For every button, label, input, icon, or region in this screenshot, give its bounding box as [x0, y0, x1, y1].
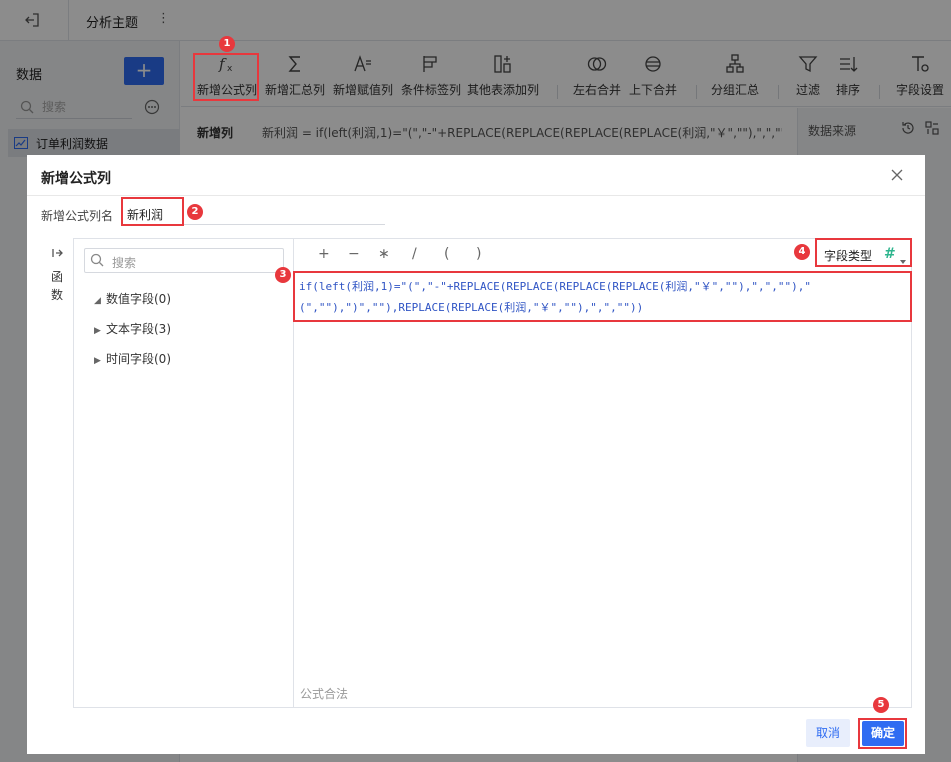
step-badge: 3: [275, 267, 291, 283]
expand-arrow-icon[interactable]: [52, 247, 64, 259]
close-icon[interactable]: [890, 168, 904, 182]
caret-down-icon: ◢: [94, 296, 101, 306]
caret-right-icon: ▶: [94, 326, 101, 336]
divider: [27, 195, 925, 196]
caret-right-icon: ▶: [94, 356, 101, 366]
column-name-label: 新增公式列名: [41, 209, 114, 223]
function-label: 函数: [50, 270, 63, 302]
cancel-button[interactable]: 取消: [806, 719, 850, 747]
annotation-box: [121, 197, 184, 226]
annotation-box: [858, 718, 907, 749]
annotation-box: [815, 238, 912, 267]
tree-item-time-fields[interactable]: ▶ 时间字段(0): [94, 350, 171, 367]
search-icon: [90, 253, 104, 267]
operator-open-paren[interactable]: (: [444, 246, 449, 262]
operator-divide[interactable]: /: [412, 246, 417, 262]
operator-multiply[interactable]: ∗: [378, 246, 390, 262]
tree-item-text-fields[interactable]: ▶ 文本字段(3): [94, 320, 171, 337]
field-search-placeholder: 搜索: [112, 256, 137, 270]
operator-minus[interactable]: −: [348, 246, 360, 262]
function-panel-toggle[interactable]: [42, 238, 74, 708]
field-panel: [74, 238, 294, 708]
operator-plus[interactable]: +: [318, 246, 330, 262]
tree-item-label: 时间字段(0): [106, 352, 171, 366]
step-badge: 4: [794, 244, 810, 260]
formula-validation-status: 公式合法: [300, 687, 349, 701]
annotation-box: [193, 53, 259, 101]
tree-item-label: 数值字段(0): [106, 292, 171, 306]
dialog-title: 新增公式列: [41, 171, 111, 187]
tree-item-number-fields[interactable]: ◢ 数值字段(0): [94, 290, 171, 307]
annotation-box: [293, 271, 912, 322]
step-badge: 5: [873, 697, 889, 713]
operator-close-paren[interactable]: ): [476, 246, 481, 262]
step-badge: 2: [187, 204, 203, 220]
step-badge: 1: [219, 36, 235, 52]
tree-item-label: 文本字段(3): [106, 322, 171, 336]
